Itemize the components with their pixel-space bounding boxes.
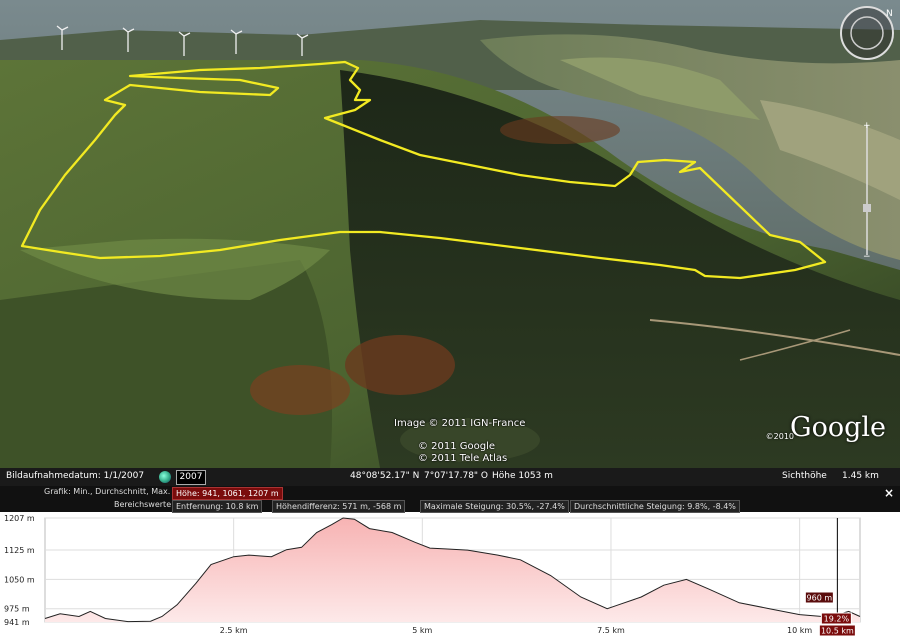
elevation-chart[interactable]: 1207 m 1125 m 1050 m 975 m 941 m 2.5 km 5 km 7… (0, 512, 900, 638)
range-label: Bereichswerte: (114, 500, 174, 509)
earth-3d-view[interactable]: N + − Image © 2011 IGN-France © 2011 Goo… (0, 0, 900, 468)
image-credit-google: © 2011 Google (418, 441, 496, 452)
profile-header: Grafik: Min., Durchschnitt, Max. Höhe: 9… (0, 486, 900, 513)
image-credit-teleatlas: © 2011 Tele Atlas (418, 453, 508, 464)
x-tick-label: 10 km (787, 626, 812, 635)
close-profile-button[interactable]: × (884, 486, 894, 500)
y-tick-label: 941 m (4, 618, 30, 627)
y-tick-label: 1207 m (4, 514, 35, 523)
cursor-elevation-label: 960 m (807, 594, 833, 603)
longitude: 7°07'17.78" O (424, 471, 489, 481)
cursor-slope-label: 19.2% (824, 615, 850, 624)
latitude: 48°08'52.17" N (350, 471, 420, 481)
imagery-year-button[interactable]: 2007 (176, 470, 206, 485)
historical-imagery-icon[interactable] (159, 471, 171, 483)
navigation-compass[interactable]: N (838, 4, 896, 62)
svg-text:+: + (863, 121, 871, 131)
y-tick-label: 1125 m (4, 546, 35, 555)
eye-altitude-value: 1.45 km (842, 471, 879, 481)
elevation: Höhe 1053 m (492, 471, 553, 481)
x-axis-ticks: 2.5 km 5 km 7.5 km 10 km (220, 626, 813, 635)
imagery-date: Bildaufnahmedatum: 1/1/2007 (6, 471, 145, 481)
status-bar: Bildaufnahmedatum: 1/1/2007 2007 48°08'5… (0, 468, 900, 486)
svg-text:N: N (886, 9, 893, 19)
y-tick-label: 1050 m (4, 575, 35, 584)
image-credit-ign: Image © 2011 IGN-France (394, 418, 526, 429)
graph-label: Grafik: Min., Durchschnitt, Max. (44, 487, 171, 496)
x-tick-label: 5 km (412, 626, 432, 635)
y-tick-label: 975 m (4, 605, 30, 614)
eye-altitude-label: Sichthöhe (782, 471, 827, 481)
x-tick-label: 7.5 km (597, 626, 625, 635)
svg-text:−: − (863, 252, 871, 260)
cursor-distance-label: 10.5 km (821, 627, 854, 636)
zoom-slider[interactable]: + − (862, 120, 872, 260)
terrain-imagery[interactable] (0, 0, 900, 468)
compass-icon[interactable]: N (838, 4, 896, 62)
x-tick-label: 2.5 km (220, 626, 248, 635)
y-axis-ticks: 1207 m 1125 m 1050 m 975 m 941 m (4, 514, 35, 627)
google-logo: Google (790, 412, 886, 443)
elevation-profile-panel: Grafik: Min., Durchschnitt, Max. Höhe: 9… (0, 486, 900, 638)
